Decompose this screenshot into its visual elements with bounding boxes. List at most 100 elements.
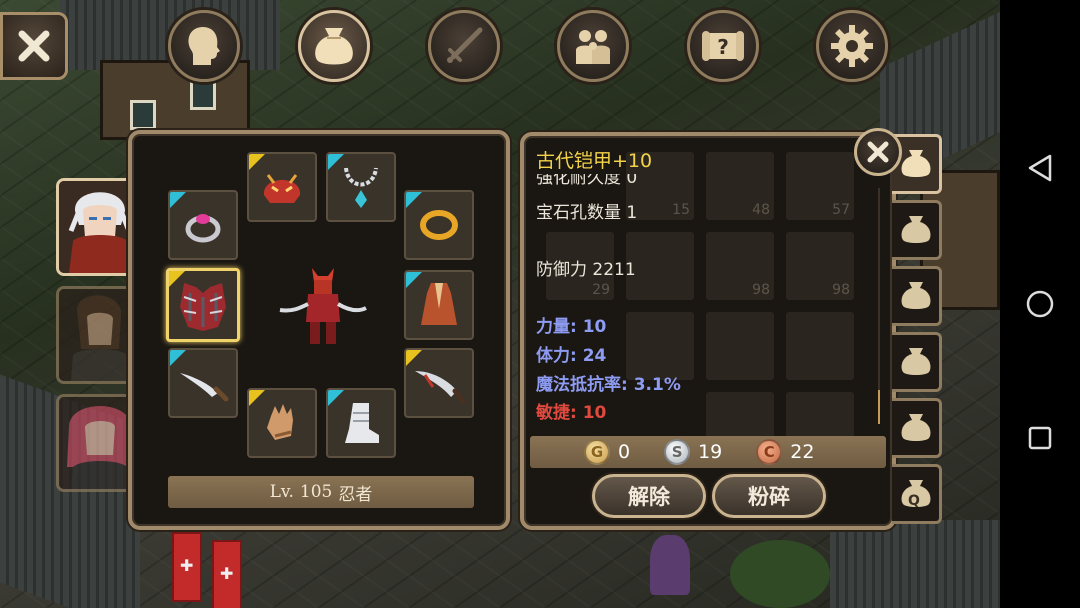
bag-tab-3[interactable] <box>892 266 942 326</box>
rarity-marker <box>328 390 344 406</box>
banner-decoration <box>172 532 202 602</box>
nav-back-button[interactable] <box>1022 150 1058 186</box>
close-icon <box>867 141 889 163</box>
inventory-cell: 98 <box>786 232 854 300</box>
banner-decoration <box>212 540 242 608</box>
inventory-cell <box>706 312 774 380</box>
bag-icon <box>901 216 930 243</box>
ring-icon <box>185 214 221 243</box>
tab-party[interactable] <box>557 10 629 82</box>
rarity-marker <box>170 350 186 366</box>
rarity-marker <box>249 390 265 406</box>
rarity-marker <box>406 192 422 208</box>
helmet-icon <box>263 174 301 203</box>
bag-icon <box>901 282 930 309</box>
gold-coin-icon: G <box>584 439 610 465</box>
back-triangle-icon <box>1028 154 1052 182</box>
bag-icon <box>901 414 930 441</box>
equip-slot-weapon[interactable] <box>168 348 238 418</box>
gold-amount: 0 <box>618 441 631 463</box>
character-preview <box>278 260 368 350</box>
equip-slot-cloak[interactable] <box>404 270 474 340</box>
item-count: 57 <box>832 202 850 218</box>
item-count: 29 <box>592 282 610 298</box>
equip-slot-gloves[interactable] <box>247 388 317 458</box>
copper-amount: 22 <box>790 441 815 463</box>
gold-ring-icon <box>420 210 458 240</box>
item-name: 古代铠甲+10 <box>536 150 653 172</box>
bag-icon <box>901 348 930 375</box>
rarity-marker <box>328 154 344 170</box>
equip-slot-boots[interactable] <box>326 388 396 458</box>
skill-sword-icon <box>447 27 483 63</box>
equip-slot-armor[interactable] <box>166 268 240 342</box>
defense-line: 防御力 2211 <box>536 260 636 280</box>
item-count: 48 <box>752 202 770 218</box>
cloak-icon <box>421 283 457 325</box>
bag-tab-4[interactable] <box>892 332 942 392</box>
socket-count-line: 宝石孔数量 1 <box>536 203 638 223</box>
quest-bag-label: Q <box>908 493 920 509</box>
rarity-marker <box>249 154 265 170</box>
close-menu-button[interactable] <box>0 12 68 80</box>
equip-slot-ring-left[interactable] <box>168 190 238 260</box>
level-prefix: Lv. <box>269 482 294 502</box>
reinforce-durability-line: 强化耐久度 0 <box>536 174 638 188</box>
tab-quests[interactable]: ? <box>687 10 759 82</box>
level-value: 105 <box>299 482 333 502</box>
inventory-cell: 98 <box>706 232 774 300</box>
tree-decoration <box>730 540 830 608</box>
tab-bag[interactable] <box>298 10 370 82</box>
inventory-cell <box>626 232 694 300</box>
svg-text:?: ? <box>717 35 729 59</box>
window-decoration <box>190 80 216 110</box>
silver-coin-icon: S <box>664 439 691 465</box>
close-detail-button[interactable] <box>854 128 902 176</box>
tab-skills[interactable] <box>428 10 500 82</box>
equip-slot-offhand[interactable] <box>404 348 474 418</box>
necklace-icon <box>344 167 378 208</box>
equip-slot-ring-right[interactable] <box>404 190 474 260</box>
inventory-cell <box>786 312 854 380</box>
glove-icon <box>267 404 293 440</box>
character-level-bar: Lv. 105 忍者 <box>168 476 474 508</box>
bag-tab-2[interactable] <box>892 200 942 260</box>
tooltip-scrollbar-thumb[interactable] <box>878 390 880 424</box>
nav-recents-button[interactable] <box>1022 420 1058 456</box>
bag-tab-5[interactable] <box>892 398 942 458</box>
rarity-marker <box>170 192 186 208</box>
settings-gear-icon <box>831 25 873 67</box>
boots-icon <box>345 403 379 443</box>
tab-settings[interactable] <box>816 10 888 82</box>
rarity-marker <box>406 272 422 288</box>
tooltip-scrollbar-track[interactable] <box>878 188 880 424</box>
tab-character[interactable] <box>168 10 240 82</box>
bag-tab-quest[interactable]: Q <box>892 464 942 524</box>
rarity-marker <box>169 271 185 287</box>
equip-slot-helmet[interactable] <box>247 152 317 222</box>
clipped-line-wrap: 强化耐久度 0 <box>536 174 876 188</box>
close-icon <box>18 30 50 62</box>
copper-coin-icon: C <box>756 439 783 465</box>
bag-icon <box>315 28 353 65</box>
unequip-button[interactable]: 解除 <box>592 474 706 518</box>
nav-home-button[interactable] <box>1022 286 1058 322</box>
blade-icon <box>415 371 466 404</box>
stat-stamina: 体力: 24 <box>536 346 607 366</box>
android-nav-bar <box>1000 0 1080 608</box>
character-head-icon <box>188 27 220 65</box>
rarity-marker <box>406 350 422 366</box>
smash-button[interactable]: 粉碎 <box>712 474 826 518</box>
dagger-icon <box>180 373 229 402</box>
recents-square-icon <box>1028 426 1052 450</box>
ninja-sprite <box>279 268 367 344</box>
item-count: 15 <box>672 202 690 218</box>
currency-bar: G 0 S 19 C 22 <box>530 436 886 468</box>
stat-magic-resist: 魔法抵抗率: 3.1% <box>536 375 681 395</box>
roof-decoration <box>830 520 1000 608</box>
silver-amount: 19 <box>698 441 723 463</box>
item-count: 98 <box>832 282 850 298</box>
party-icon <box>576 30 610 64</box>
equip-slot-necklace[interactable] <box>326 152 396 222</box>
bag-icon <box>901 150 930 177</box>
